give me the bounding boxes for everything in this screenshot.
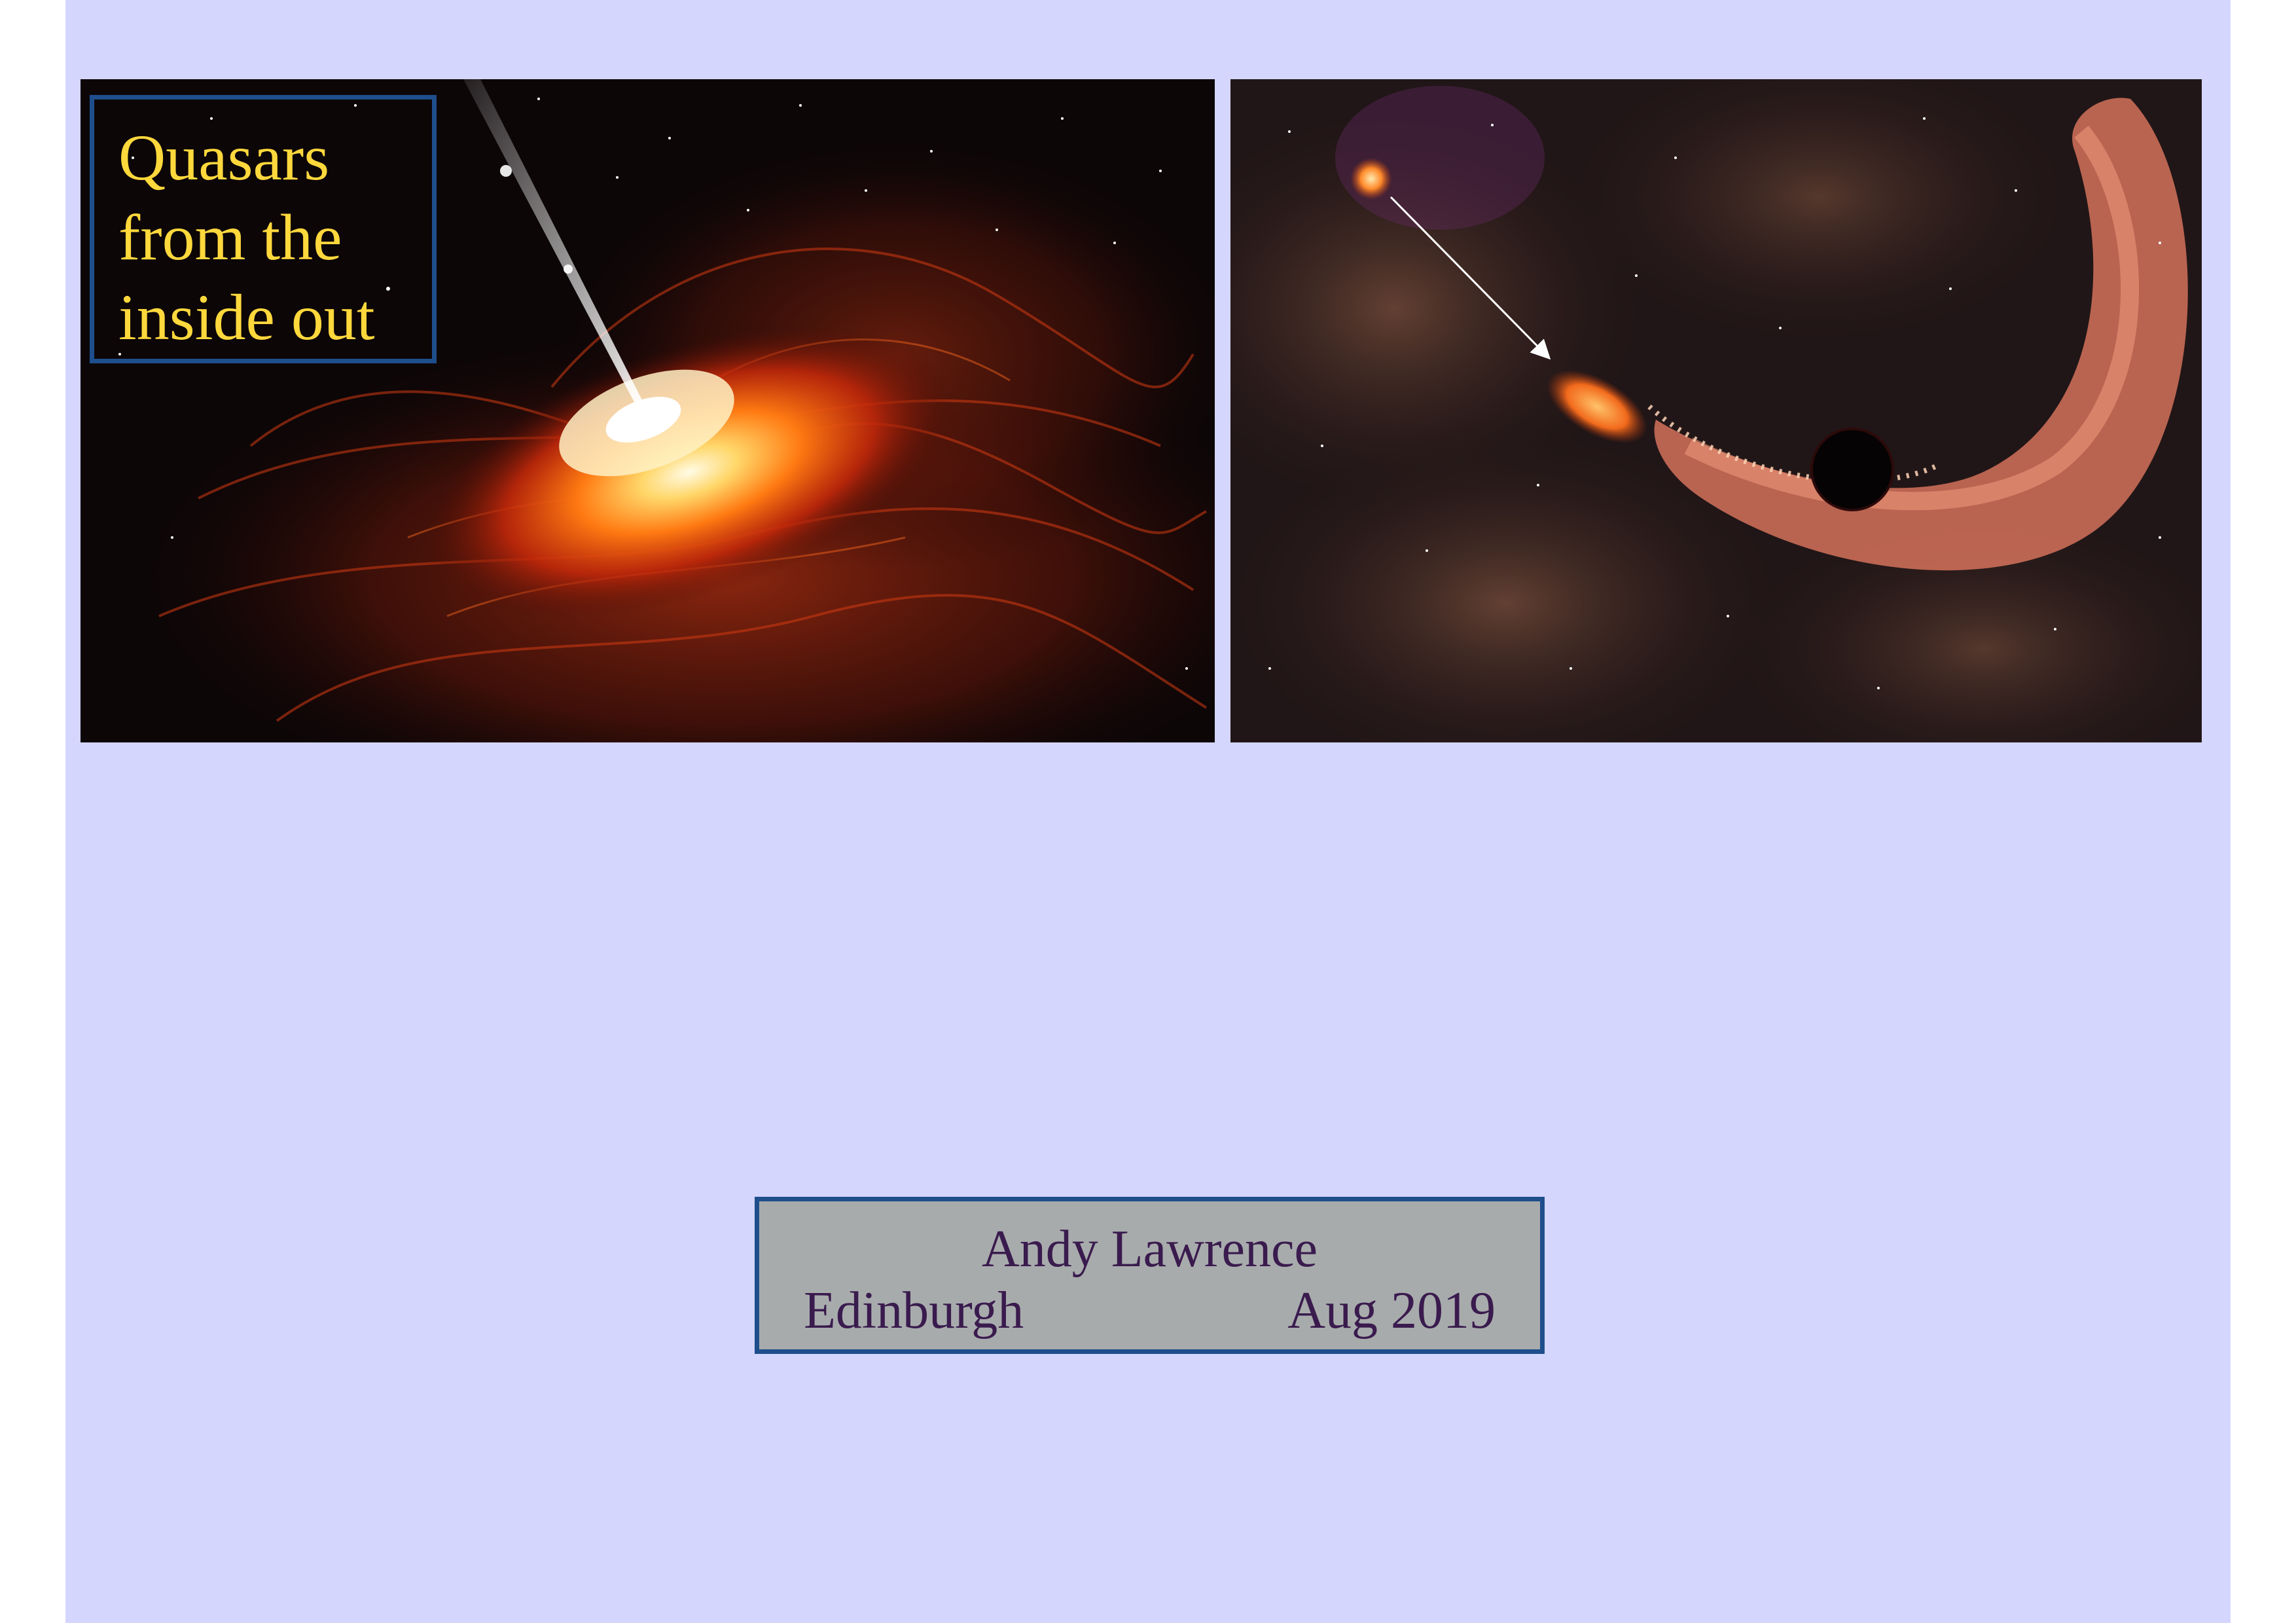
title-line-3: inside out	[118, 281, 375, 354]
tidal-disruption-illustration	[1230, 79, 2202, 742]
title-line-1: Quasars	[118, 121, 330, 194]
title-box: Quasars from the inside out	[90, 95, 437, 363]
presentation-date: Aug 2019	[1287, 1282, 1496, 1340]
author-box: Andy Lawrence Edinburgh Aug 2019	[755, 1197, 1545, 1354]
author-location: Edinburgh	[804, 1282, 1024, 1340]
slide: Quasars from the inside out Andy Lawrenc…	[65, 0, 2231, 1623]
tidal-disruption-illustration-graphic	[1230, 79, 2202, 742]
author-name: Andy Lawrence	[981, 1220, 1318, 1278]
title-line-2: from the	[118, 201, 342, 274]
